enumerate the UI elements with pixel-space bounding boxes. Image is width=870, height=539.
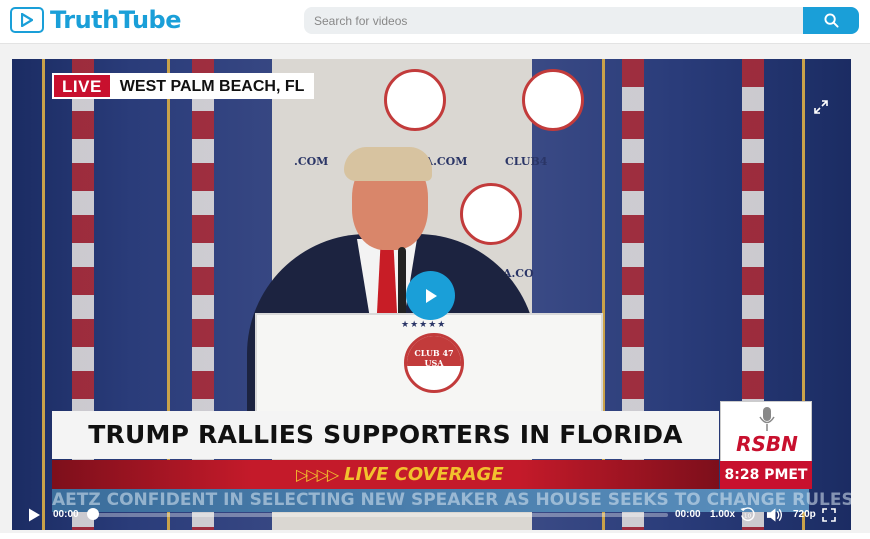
logo-text: TruthTube	[50, 6, 182, 34]
player-controls: 00:00 00:00 1.00x 10 720p	[12, 500, 851, 530]
speaker-hair	[344, 147, 432, 181]
play-icon	[425, 288, 437, 303]
fullscreen-icon[interactable]	[822, 508, 836, 522]
play-icon	[10, 7, 44, 33]
search-button[interactable]	[803, 7, 859, 34]
club-logo	[522, 69, 584, 131]
club-logo	[460, 183, 522, 245]
live-label: LIVE	[54, 75, 110, 97]
podium-logo-text: CLUB 47 USA	[414, 348, 454, 368]
volume-icon[interactable]	[766, 507, 783, 523]
network-time: 8:28 PMET	[720, 461, 812, 489]
play-icon[interactable]	[26, 507, 42, 523]
microphone-icon	[759, 407, 775, 431]
rewind-seconds: 10	[744, 513, 752, 519]
backdrop-text: CLUB4	[505, 155, 548, 168]
expand-icon[interactable]	[813, 99, 829, 115]
live-location: WEST PALM BEACH, FL	[119, 78, 305, 95]
search-bar	[304, 7, 859, 34]
network-name: RSBN	[736, 432, 798, 456]
site-logo[interactable]: TruthTube	[10, 6, 182, 34]
live-badge: LIVE WEST PALM BEACH, FL	[52, 73, 315, 99]
current-time: 00:00	[53, 509, 79, 520]
page-content-below	[0, 533, 870, 539]
duration: 00:00	[675, 509, 701, 520]
lower-third-headline: TRUMP RALLIES SUPPORTERS IN FLORIDA	[88, 420, 683, 449]
podium-stars: ★★★★★	[401, 319, 447, 329]
search-icon	[823, 13, 839, 28]
video-player[interactable]: USA.COM .COM CLUB4 SA.CO ★★★★★ CLUB 47 U…	[12, 59, 851, 530]
quality-selector[interactable]: 720p	[793, 509, 816, 520]
banner-arrows: ▷▷▷▷	[296, 467, 339, 484]
seek-bar[interactable]	[88, 513, 668, 517]
backdrop-text: .COM	[294, 155, 329, 168]
lower-third-banner: ▷▷▷▷ LIVE COVERAGE	[52, 460, 719, 489]
big-play-button[interactable]	[406, 271, 455, 320]
search-input[interactable]	[304, 7, 803, 34]
banner-text: LIVE COVERAGE	[344, 464, 504, 485]
seek-knob[interactable]	[87, 508, 99, 520]
lower-third-headline-box: TRUMP RALLIES SUPPORTERS IN FLORIDA	[52, 411, 719, 459]
playback-speed[interactable]: 1.00x	[710, 509, 735, 520]
flag-pole	[42, 59, 45, 530]
podium-logo: CLUB 47 USA	[404, 333, 464, 393]
site-header: TruthTube	[0, 0, 870, 44]
club-logo	[384, 69, 446, 131]
rewind-10-icon[interactable]: 10	[739, 506, 756, 523]
